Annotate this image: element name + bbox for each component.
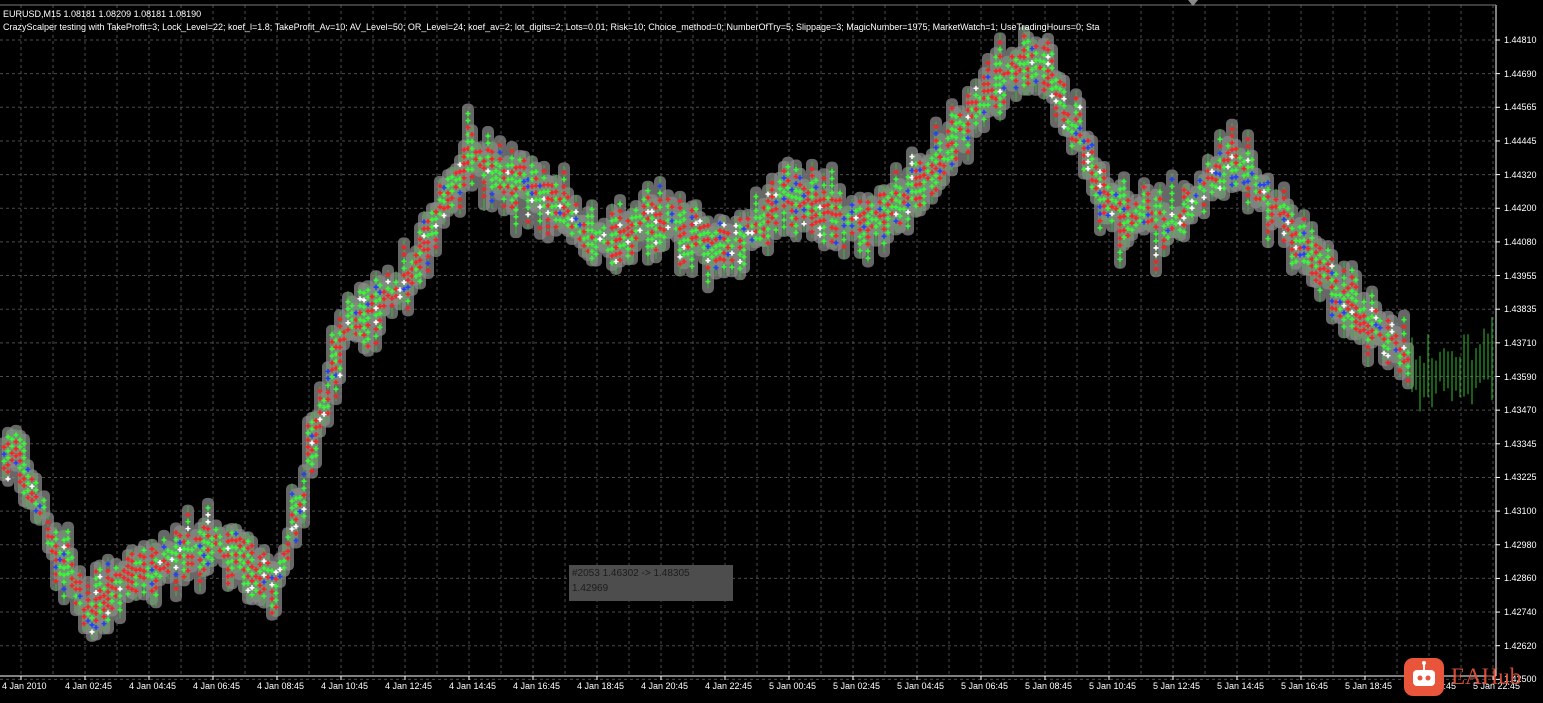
price-tick-label: 1.43345 [1504, 438, 1537, 449]
chart-window[interactable]: EURUSD,M15 1.08181 1.08209 1.08181 1.081… [0, 0, 1543, 703]
time-tick-label: 4 Jan 20:45 [641, 681, 689, 691]
price-tick-label: 1.43835 [1504, 304, 1537, 315]
time-tick-label: 4 Jan 04:45 [129, 681, 177, 691]
time-tick-label: 4 Jan 12:45 [385, 681, 433, 691]
watermark-text: EAHub [1451, 664, 1522, 689]
price-tick-label: 1.42620 [1504, 640, 1537, 651]
chart-shift-marker-icon[interactable] [1188, 0, 1198, 6]
price-tick-label: 1.43590 [1504, 371, 1537, 382]
time-tick-label: 5 Jan 18:45 [1345, 681, 1393, 691]
price-tick-label: 1.44080 [1504, 236, 1537, 247]
price-tick-label: 1.44445 [1504, 135, 1537, 146]
time-tick-label: 5 Jan 06:45 [961, 681, 1009, 691]
time-tick-label: 4 Jan 02:45 [65, 681, 113, 691]
robot-icon [1404, 658, 1444, 696]
price-tick-label: 1.44565 [1504, 102, 1537, 113]
time-tick-label: 5 Jan 16:45 [1281, 681, 1329, 691]
time-tick-label: 5 Jan 12:45 [1153, 681, 1201, 691]
price-tick-label: 1.44200 [1504, 203, 1537, 214]
time-tick-label: 4 Jan 22:45 [705, 681, 753, 691]
time-tick-label: 4 Jan 16:45 [513, 681, 561, 691]
time-tick-label: 5 Jan 00:45 [769, 681, 817, 691]
tooltip-price-line: 1.42969 [572, 583, 609, 594]
price-tick-label: 1.43470 [1504, 405, 1537, 416]
time-tick-label: 4 Jan 08:45 [257, 681, 305, 691]
time-tick-label: 4 Jan 14:45 [449, 681, 497, 691]
time-tick-label: 4 Jan 10:45 [321, 681, 369, 691]
time-tick-label: 4 Jan 06:45 [193, 681, 241, 691]
price-tick-label: 1.43225 [1504, 472, 1537, 483]
price-tick-label: 1.43100 [1504, 506, 1537, 517]
expert-advisor-parameters: CrazyScalper testing with TakeProfit=3; … [3, 22, 1100, 32]
time-tick-label: 5 Jan 08:45 [1025, 681, 1073, 691]
price-chart-plot[interactable] [0, 0, 1543, 703]
trade-tooltip: #2053 1.46302 -> 1.48305 1.42969 [569, 565, 733, 601]
symbol-ohlc-header: EURUSD,M15 1.08181 1.08209 1.08181 1.081… [3, 9, 202, 19]
time-tick-label: 5 Jan 04:45 [897, 681, 945, 691]
time-tick-label: 5 Jan 02:45 [833, 681, 881, 691]
price-tick-label: 1.44320 [1504, 169, 1537, 180]
price-tick-label: 1.42980 [1504, 539, 1537, 550]
price-tick-label: 1.43955 [1504, 270, 1537, 281]
time-tick-label: 4 Jan 2010 [2, 681, 47, 691]
price-tick-label: 1.42740 [1504, 607, 1537, 618]
price-tick-label: 1.44690 [1504, 68, 1537, 79]
price-tick-label: 1.44810 [1504, 35, 1537, 45]
tooltip-trade-line: #2053 1.46302 -> 1.48305 [572, 568, 690, 579]
time-tick-label: 5 Jan 14:45 [1217, 681, 1265, 691]
time-tick-label: 5 Jan 10:45 [1089, 681, 1137, 691]
price-tick-label: 1.42860 [1504, 573, 1537, 584]
price-tick-label: 1.43710 [1504, 337, 1537, 348]
time-tick-label: 4 Jan 18:45 [577, 681, 625, 691]
